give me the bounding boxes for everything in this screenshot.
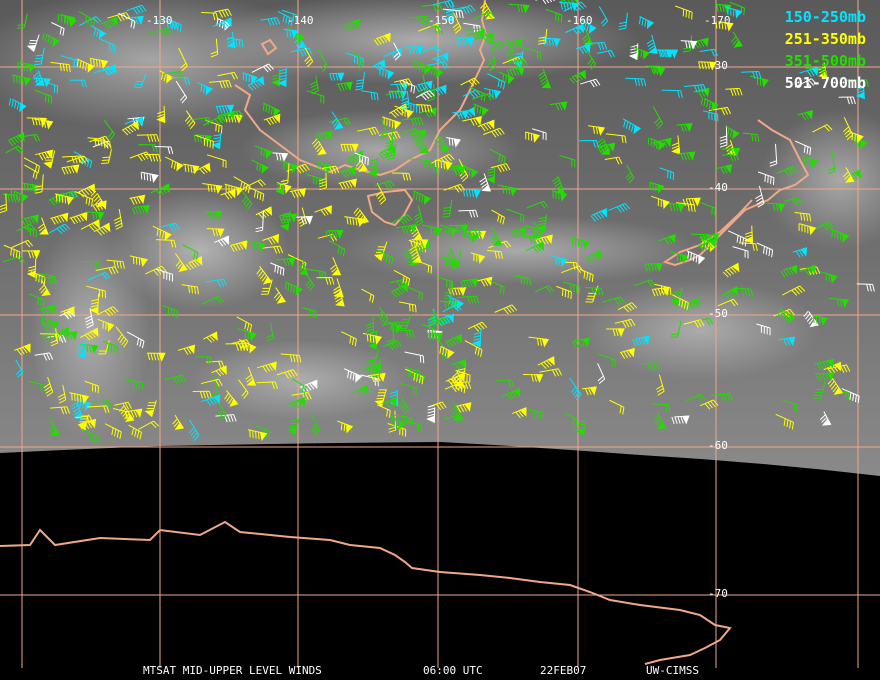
- legend-item-501-700mb: 501-700mb: [784, 74, 866, 92]
- pressure-level-legend: 150-250mb 251-350mb 351-500mb 501-700mb: [785, 6, 866, 94]
- longitude-label: -150: [428, 14, 455, 27]
- image-caption: MTSAT MID-UPPER LEVEL WINDS 06:00 UTC 22…: [0, 664, 880, 678]
- legend-item-150-250mb: 150-250mb: [784, 8, 866, 26]
- satellite-map: [0, 0, 880, 680]
- data-source: UW-CIMSS: [646, 664, 699, 677]
- longitude-label: -160: [566, 14, 593, 27]
- latitude-label: -50: [708, 307, 728, 320]
- legend-item-251-350mb: 251-350mb: [784, 30, 866, 48]
- legend-item-351-500mb: 351-500mb: [784, 52, 866, 70]
- longitude-label: -130: [146, 14, 173, 27]
- valid-time: 06:00 UTC: [423, 664, 483, 677]
- latitude-label: -40: [708, 181, 728, 194]
- product-name: MTSAT MID-UPPER LEVEL WINDS: [143, 664, 322, 677]
- longitude-label: -140: [287, 14, 314, 27]
- valid-date: 22FEB07: [540, 664, 587, 677]
- latitude-label: -70: [708, 587, 728, 600]
- latitude-label: -30: [708, 59, 728, 72]
- longitude-label: -170: [704, 14, 731, 27]
- latitude-label: -60: [708, 439, 728, 452]
